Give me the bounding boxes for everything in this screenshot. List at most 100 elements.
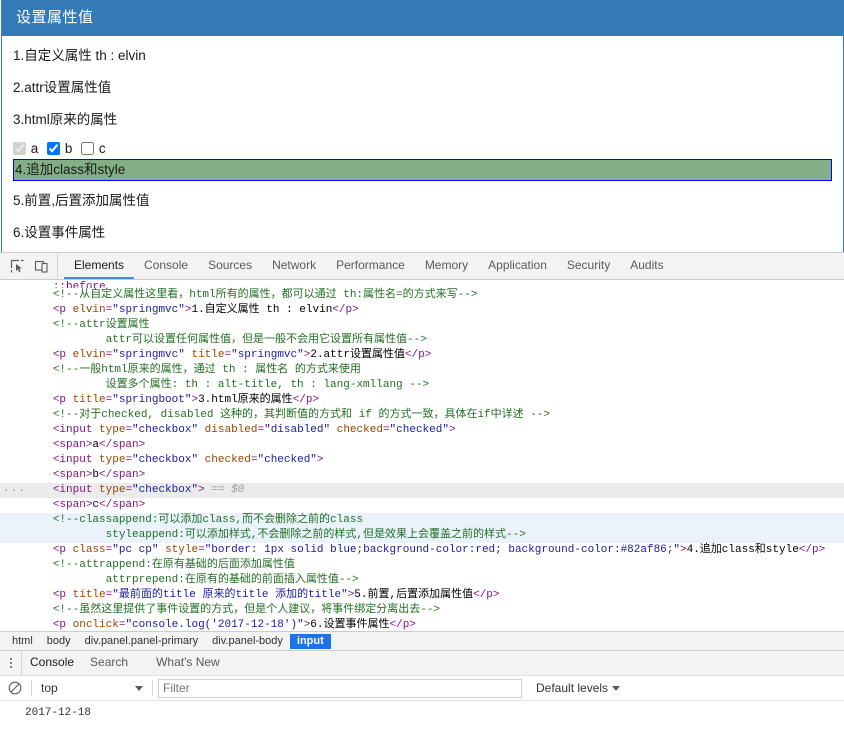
breadcrumb: html body div.panel.panel-primary div.panel… bbox=[0, 631, 844, 650]
tab-audits[interactable]: Audits bbox=[620, 253, 673, 279]
dom-code-line[interactable]: <span>a</span> bbox=[0, 438, 844, 453]
panel-body: 1.自定义属性 th : elvin 2.attr设置属性值 3.html原来的… bbox=[2, 36, 843, 252]
drawer-tab-whats-new-label: What's New bbox=[156, 655, 220, 669]
dom-code-line[interactable]: attr可以设置任何属性值，但是一般不会用它设置所有属性值--> bbox=[0, 333, 844, 348]
dom-code-line[interactable]: <!--虽然这里提供了事件设置的方式，但是个人建议，将事件绑定分离出去--> bbox=[0, 603, 844, 618]
code-token-cmt: <!--从自定义属性这里看，html所有的属性，都可以通过 th:属性名=的方式… bbox=[52, 289, 478, 301]
tab-elements[interactable]: Elements bbox=[64, 253, 135, 279]
dom-code-line[interactable]: <p elvin="springmvc">1.自定义属性 th : elvin<… bbox=[0, 303, 844, 318]
code-token-attr: title bbox=[72, 589, 106, 601]
code-token-punct bbox=[198, 454, 205, 466]
devtools-toolbar-icons bbox=[0, 253, 58, 279]
code-token-txt: 2.attr设置属性值 bbox=[310, 349, 405, 361]
toolbar-divider-2 bbox=[152, 680, 153, 696]
expand-dots-icon[interactable]: ... bbox=[3, 483, 26, 496]
drawer-tab-search-label: Search bbox=[90, 655, 129, 669]
dom-code-line[interactable]: <input type="checkbox" checked="checked"… bbox=[0, 453, 844, 468]
tab-network[interactable]: Network bbox=[262, 253, 326, 279]
bootstrap-panel: 设置属性值 1.自定义属性 th : elvin 2.attr设置属性值 3.h… bbox=[1, 0, 844, 252]
dom-code-line[interactable]: <p title="最前面的title 原来的title 添加的title">5… bbox=[0, 588, 844, 603]
code-token-punct: <span> bbox=[52, 469, 93, 481]
tab-sources[interactable]: Sources bbox=[198, 253, 262, 279]
code-token-txt: 5.前置,后置添加属性值 bbox=[354, 589, 474, 601]
code-token-punct: > bbox=[198, 484, 205, 496]
code-token-punct: > bbox=[679, 544, 687, 556]
drawer-tab-search[interactable]: Search bbox=[82, 651, 136, 675]
dom-code-line[interactable]: ::before bbox=[0, 280, 844, 288]
toolbar-divider bbox=[31, 680, 32, 696]
dom-code-line[interactable]: <span>c</span> bbox=[0, 498, 844, 513]
code-token-val: "checkbox" bbox=[132, 454, 199, 466]
dom-code-line[interactable]: <!--一般html原来的属性，通过 th : 属性名 的方式来使用 bbox=[0, 363, 844, 378]
dom-code-line[interactable]: <p elvin="springmvc" title="springmvc">2… bbox=[0, 348, 844, 363]
code-token-attr: onclick bbox=[72, 619, 119, 631]
more-options-icon[interactable] bbox=[0, 651, 22, 675]
dom-code-line[interactable]: <p onclick="console.log('2017-12-18')">6… bbox=[0, 618, 844, 631]
code-token-val: "checkbox" bbox=[132, 484, 199, 496]
code-token-attr: checked bbox=[204, 454, 251, 466]
dom-code-line[interactable]: <input type="checkbox" disabled="disable… bbox=[0, 423, 844, 438]
dom-code-line[interactable]: ... <input type="checkbox"> == $0 bbox=[0, 483, 844, 498]
elements-dom-tree[interactable]: ::before <!--从自定义属性这里看，html所有的属性，都可以通过 t… bbox=[0, 280, 844, 631]
checkbox-c-label: c bbox=[98, 141, 106, 156]
tab-security[interactable]: Security bbox=[557, 253, 620, 279]
tab-application[interactable]: Application bbox=[478, 253, 557, 279]
breadcrumb-item-html[interactable]: html bbox=[5, 634, 40, 649]
drawer-tab-whats-new[interactable]: What's New bbox=[148, 651, 228, 675]
code-token-punct: <span> bbox=[52, 499, 93, 511]
dom-code-line[interactable]: styleappend:可以添加样式,不会删除之前的样式,但是效果上会覆盖之前的… bbox=[0, 528, 844, 543]
checkbox-a[interactable] bbox=[13, 142, 26, 155]
code-token-punct: <p bbox=[52, 304, 73, 316]
breadcrumb-item-div[interactable]: div.panel-body bbox=[205, 634, 290, 649]
dom-code-line[interactable]: <!--classappend:可以添加class,而不会删除之前的class bbox=[0, 513, 844, 528]
code-token-val: "checked" bbox=[257, 454, 317, 466]
dom-code-line[interactable]: <!--attr设置属性 bbox=[0, 318, 844, 333]
tab-memory[interactable]: Memory bbox=[415, 253, 478, 279]
breadcrumb-item-div[interactable]: div.panel.panel-primary bbox=[78, 634, 206, 649]
code-token-txt: 3.html原来的属性 bbox=[198, 394, 293, 406]
dom-code-line[interactable]: attrprepend:在原有的基础的前面插入属性值--> bbox=[0, 573, 844, 588]
code-token-punct: <p bbox=[52, 619, 73, 631]
breadcrumb-item-input[interactable]: input bbox=[289, 633, 331, 649]
dom-code-line[interactable]: 设置多个属性: th : alt-title, th : lang-xmllan… bbox=[0, 378, 844, 393]
console-filter-input[interactable] bbox=[158, 678, 522, 698]
code-token-attr: title bbox=[191, 349, 225, 361]
dom-code-line[interactable]: <p class="pc cp" style="border: 1px soli… bbox=[0, 543, 844, 558]
tab-console[interactable]: Console bbox=[134, 253, 198, 279]
tab-performance[interactable]: Performance bbox=[326, 253, 415, 279]
panel-title: 设置属性值 bbox=[2, 0, 843, 36]
dom-code-line[interactable]: <span>b</span> bbox=[0, 468, 844, 483]
code-token-val: "border: 1px solid blue;background-color… bbox=[204, 544, 680, 556]
console-context-selector[interactable]: top bbox=[37, 681, 147, 695]
dom-code-line[interactable]: <!--从自定义属性这里看，html所有的属性，都可以通过 th:属性名=的方式… bbox=[0, 288, 844, 303]
code-token-cmt: <!--attrappend:在原有基础的后面添加属性值 bbox=[52, 559, 295, 571]
dom-code-line[interactable]: <p title="springboot">3.html原来的属性</p> bbox=[0, 393, 844, 408]
code-token-punct: </p> bbox=[332, 304, 359, 316]
code-token-val: "checkbox" bbox=[132, 424, 199, 436]
drawer-tab-console[interactable]: Console bbox=[22, 651, 82, 675]
code-token-punct bbox=[330, 424, 337, 436]
inspect-element-icon[interactable] bbox=[5, 256, 29, 277]
checkbox-c[interactable] bbox=[81, 142, 95, 155]
dom-code-line[interactable]: <!--attrappend:在原有基础的后面添加属性值 bbox=[0, 558, 844, 573]
tab-audits-label: Audits bbox=[630, 258, 664, 272]
code-token-cmt: <!--classappend:可以添加class,而不会删除之前的class bbox=[52, 514, 364, 526]
page-line-6: 6.设置事件属性 bbox=[13, 225, 106, 240]
console-output: 2017-12-18 bbox=[0, 701, 844, 730]
code-token-punct: <p bbox=[52, 544, 73, 556]
device-toolbar-icon[interactable] bbox=[29, 256, 53, 277]
code-token-punct bbox=[198, 424, 205, 436]
code-token-attr: elvin bbox=[72, 304, 106, 316]
dom-code-line[interactable]: <!--对于checked, disabled 这种的，其判断值的方式和 if … bbox=[0, 408, 844, 423]
breadcrumb-item-body[interactable]: body bbox=[40, 634, 78, 649]
clear-console-icon[interactable] bbox=[4, 678, 26, 698]
console-log-levels-selector[interactable]: Default levels bbox=[536, 681, 621, 695]
checkbox-b[interactable] bbox=[47, 142, 61, 155]
